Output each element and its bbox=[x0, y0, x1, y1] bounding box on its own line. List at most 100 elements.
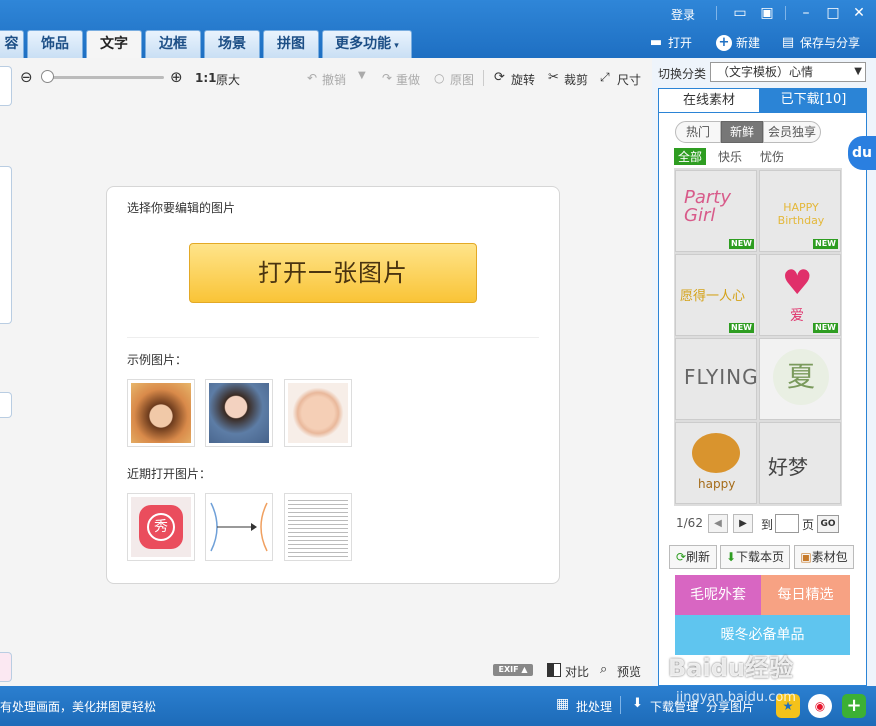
sticker-item[interactable]: 好梦 bbox=[759, 422, 841, 504]
filter-vip[interactable]: 会员独享 bbox=[763, 121, 821, 143]
baidu-watermark: Baidu经验 bbox=[668, 654, 793, 682]
open-image-button[interactable]: 打开一张图片 bbox=[189, 243, 477, 303]
filter-hot[interactable]: 热门 bbox=[675, 121, 721, 143]
sample-thumb-3[interactable] bbox=[284, 379, 352, 447]
tab-online-material[interactable]: 在线素材 bbox=[658, 88, 760, 112]
batch-button[interactable]: 批处理 bbox=[576, 698, 612, 715]
sticker-text: happy bbox=[698, 477, 736, 491]
redo-button[interactable]: 重做 bbox=[396, 71, 420, 88]
left-panel-edge[interactable] bbox=[0, 652, 12, 682]
subfilter-sad[interactable]: 忧伤 bbox=[760, 148, 784, 165]
tab-frame[interactable]: 边框 bbox=[145, 30, 201, 58]
message-icon[interactable]: ▭ bbox=[731, 4, 749, 22]
recent-thumb-2[interactable] bbox=[205, 493, 273, 561]
left-panel-edge[interactable] bbox=[0, 66, 12, 106]
sticker-item[interactable]: 夏 bbox=[759, 338, 841, 420]
left-panel-edge[interactable] bbox=[0, 392, 12, 418]
watermark-url: jingyan.baidu.com bbox=[676, 690, 796, 705]
next-page-button[interactable]: ▶ bbox=[733, 514, 753, 533]
close-icon[interactable]: ✕ bbox=[850, 4, 868, 22]
recent-thumb-3[interactable] bbox=[284, 493, 352, 561]
tab-text[interactable]: 文字 bbox=[86, 30, 142, 58]
zoom-in-icon[interactable]: ⊕ bbox=[170, 68, 183, 86]
refresh-button[interactable]: ⟳刷新 bbox=[669, 545, 717, 569]
ad-banner-coat[interactable]: 毛呢外套 bbox=[675, 575, 761, 615]
heart-icon: ♥ bbox=[782, 263, 813, 303]
sticker-item[interactable]: 愿得一人心 NEW bbox=[675, 254, 757, 336]
subfilter-all[interactable]: 全部 bbox=[674, 148, 707, 165]
sticker-item[interactable]: happy bbox=[675, 422, 757, 504]
material-pack-button[interactable]: ▣素材包 bbox=[794, 545, 854, 569]
origin-button[interactable]: 原图 bbox=[450, 71, 474, 88]
sample-thumb-1[interactable] bbox=[127, 379, 195, 447]
page-unit-label: 页 bbox=[802, 518, 815, 532]
sticker-item[interactable]: FLYING bbox=[675, 338, 759, 420]
page-indicator: 1/62 bbox=[676, 516, 703, 530]
category-value: （文字模板）心情 bbox=[717, 65, 814, 79]
menu-icon[interactable]: ▣ bbox=[758, 4, 776, 22]
page-input[interactable] bbox=[775, 514, 799, 533]
undo-dropdown-icon[interactable]: ▼ bbox=[358, 70, 366, 81]
baidu-du-icon[interactable]: du bbox=[848, 136, 876, 170]
sticker-item[interactable]: HAPPY Birthday NEW bbox=[759, 170, 841, 252]
new-button[interactable]: + 新建 bbox=[716, 34, 760, 51]
ratio-label[interactable]: 1:1 bbox=[195, 71, 217, 85]
folder-icon: ▬ bbox=[649, 34, 663, 50]
separator bbox=[620, 696, 621, 714]
zoom-slider[interactable] bbox=[44, 76, 164, 79]
status-text: 有处理画面，美化拼图更轻松 bbox=[0, 700, 157, 714]
app-logo-icon: 秀 bbox=[139, 505, 183, 549]
tab-scene[interactable]: 场景 bbox=[204, 30, 260, 58]
tab-beauty[interactable]: 容 bbox=[0, 30, 24, 58]
flower-icon bbox=[692, 433, 740, 473]
zoom-out-icon[interactable]: ⊖ bbox=[20, 68, 33, 86]
sticker-item[interactable]: Party Girl NEW bbox=[675, 170, 757, 252]
recent-thumb-1[interactable]: 秀 bbox=[127, 493, 195, 561]
download-manage-icon: ⬇ bbox=[632, 696, 643, 711]
add-share-icon[interactable]: + bbox=[842, 694, 866, 718]
undo-button[interactable]: 撤销 bbox=[322, 71, 346, 88]
open-button[interactable]: ▬ 打开 bbox=[648, 34, 692, 51]
minimize-icon[interactable]: – bbox=[797, 4, 815, 22]
sticker-item[interactable]: ♥ 爱 NEW bbox=[759, 254, 841, 336]
go-button[interactable]: GO bbox=[817, 515, 839, 533]
maximize-icon[interactable]: □ bbox=[824, 4, 842, 22]
weibo-icon[interactable]: ◉ bbox=[808, 694, 832, 718]
tab-downloaded[interactable]: 已下载[10] bbox=[760, 88, 867, 112]
prev-page-button[interactable]: ◀ bbox=[708, 514, 728, 533]
tab-more[interactable]: 更多功能 ▾ bbox=[322, 30, 412, 58]
download-icon: ⬇ bbox=[725, 550, 737, 564]
original-size-button[interactable]: 原大 bbox=[216, 71, 240, 88]
sticker-text: 愿得一人心 bbox=[680, 289, 746, 304]
new-badge: NEW bbox=[729, 323, 754, 333]
new-badge: NEW bbox=[813, 239, 838, 249]
separator bbox=[483, 70, 484, 86]
tab-accessories[interactable]: 饰品 bbox=[27, 30, 83, 58]
material-pack-label: 素材包 bbox=[811, 550, 848, 564]
login-link[interactable]: 登录 bbox=[671, 6, 695, 23]
edit-toolbar: ⊖ ⊕ 1:1 原大 ↶ 撤销 ▼ ↷ 重做 ○ 原图 ⟳ 旋转 ✂ 裁剪 ⤢ … bbox=[0, 58, 652, 98]
tab-more-label: 更多功能 bbox=[335, 36, 392, 52]
size-button[interactable]: 尺寸 bbox=[617, 71, 641, 88]
sticker-text: FLYING bbox=[684, 365, 759, 389]
subfilter-happy[interactable]: 快乐 bbox=[718, 148, 742, 165]
plus-circle-icon: + bbox=[716, 34, 732, 51]
sample-thumb-2[interactable] bbox=[205, 379, 273, 447]
chevron-down-icon: ▾ bbox=[391, 41, 399, 51]
category-label: 切换分类 bbox=[658, 67, 707, 81]
ad-banner-daily[interactable]: 每日精选 bbox=[761, 575, 850, 615]
category-select[interactable]: （文字模板）心情 ▼ bbox=[710, 62, 866, 82]
exif-button[interactable]: EXIF ▲ bbox=[493, 664, 533, 676]
filter-new[interactable]: 新鲜 bbox=[721, 121, 763, 143]
save-share-button[interactable]: ▤ 保存与分享 bbox=[780, 34, 860, 51]
rotate-button[interactable]: 旋转 bbox=[511, 71, 535, 88]
refresh-label: 刷新 bbox=[686, 550, 711, 564]
preview-button[interactable]: 预览 bbox=[617, 663, 641, 680]
sticker-text: HAPPY Birthday bbox=[777, 201, 825, 227]
tab-collage[interactable]: 拼图 bbox=[263, 30, 319, 58]
compare-button[interactable]: 对比 bbox=[565, 663, 589, 680]
zoom-slider-handle[interactable] bbox=[41, 70, 54, 83]
download-page-button[interactable]: ⬇下载本页 bbox=[720, 545, 790, 569]
page-to-label: 到 bbox=[761, 518, 774, 532]
crop-button[interactable]: 裁剪 bbox=[564, 71, 588, 88]
